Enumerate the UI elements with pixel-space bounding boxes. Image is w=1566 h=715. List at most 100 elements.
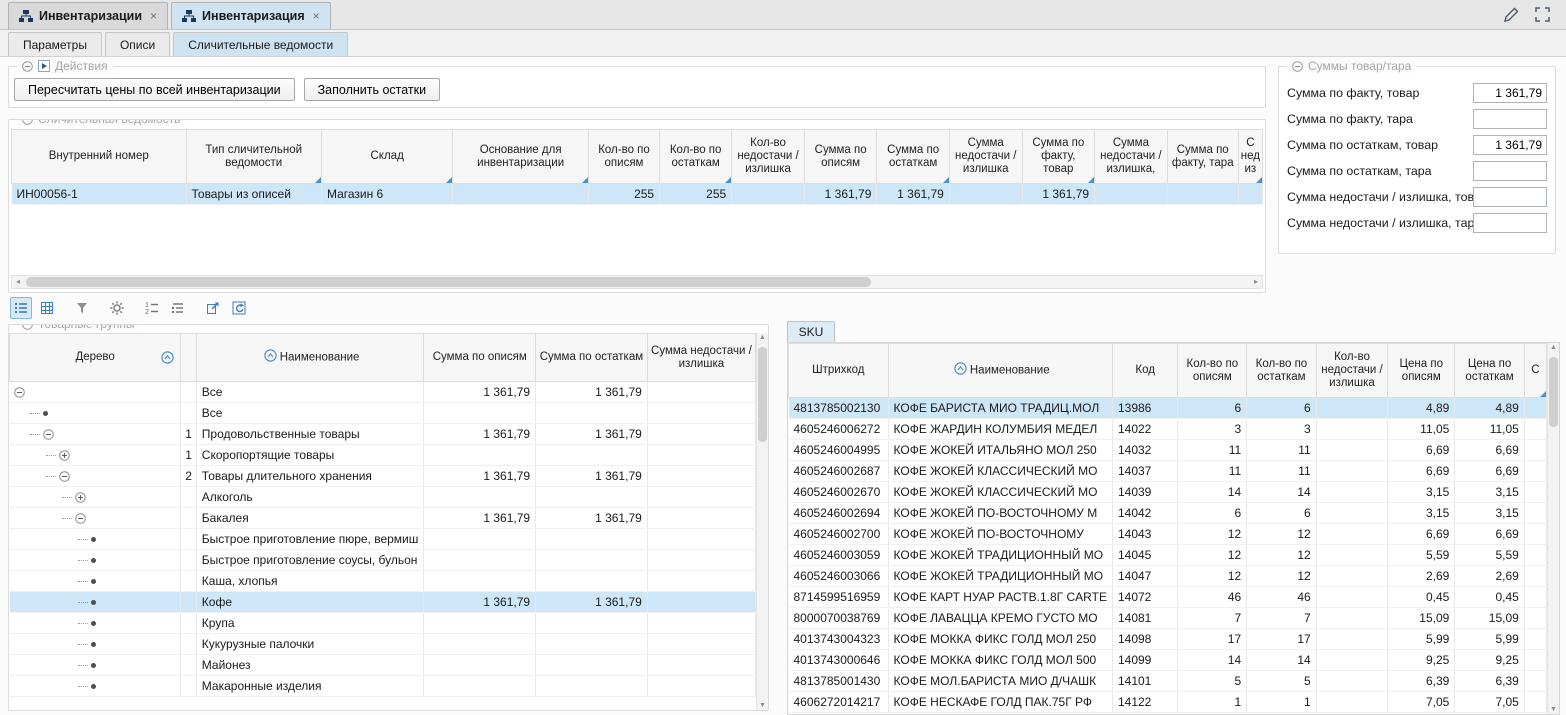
h-scrollbar[interactable]: ◂ ▸ [11, 275, 1263, 289]
sku-row[interactable]: 4013743004323КОФЕ МОККА ФИКС ГОЛД МОЛ 25… [789, 629, 1547, 650]
h-scrollbar-thumb[interactable] [26, 277, 871, 287]
sku-row[interactable]: 4605246003066КОФЕ ЖОКЕЙ ТРАДИЦИОННЫЙ МО1… [789, 566, 1547, 587]
sku-row[interactable]: 4605246002694КОФЕ ЖОКЕЙ ПО-ВОСТОЧНОМУ М1… [789, 503, 1547, 524]
statement-column-header[interactable]: Кол-во по остаткам [660, 130, 732, 184]
statement-column-header[interactable]: С нед из [1238, 130, 1262, 184]
export-icon[interactable] [202, 297, 224, 319]
groups-tree-row[interactable]: Каша, хлопья [10, 571, 756, 592]
totals-field-input[interactable] [1473, 161, 1547, 181]
groups-column-header[interactable]: Дерево [10, 334, 181, 382]
sort-asc-icon[interactable] [954, 362, 967, 379]
scroll-up-arrow[interactable]: ▲ [1548, 344, 1559, 351]
settings-gear-icon[interactable] [106, 297, 128, 319]
sku-column-header[interactable]: Кол-во по описям [1178, 344, 1247, 398]
sku-row[interactable]: 8714599516959КОФЕ КАРТ НУАР РАСТВ.1.8Г C… [789, 587, 1547, 608]
sku-row[interactable]: 4605246002687КОФЕ ЖОКЕЙ КЛАССИЧЕСКИЙ МО1… [789, 461, 1547, 482]
sku-row[interactable]: 4605246002670КОФЕ ЖОКЕЙ КЛАССИЧЕСКИЙ МО1… [789, 482, 1547, 503]
collapse-icon[interactable] [22, 61, 33, 72]
groups-tree-row[interactable]: Все [10, 403, 756, 424]
scroll-down-arrow[interactable]: ▼ [1548, 706, 1559, 713]
tree-expand-icon[interactable] [75, 492, 86, 503]
groups-column-header[interactable]: Сумма по остаткам [536, 334, 648, 382]
filter-icon[interactable] [71, 297, 93, 319]
fullscreen-icon[interactable] [1535, 7, 1550, 22]
totals-field-input[interactable] [1473, 187, 1547, 207]
tree-collapse-icon[interactable] [43, 429, 54, 440]
statement-column-header[interactable]: Сумма по факту, тара [1167, 130, 1238, 184]
sku-column-header[interactable]: С [1524, 344, 1546, 398]
view-list-icon[interactable] [10, 297, 32, 319]
sku-row[interactable]: 4813785001430КОФЕ МОЛ.БАРИСТА МИО Д/ЧАШК… [789, 671, 1547, 692]
collapse-icon[interactable] [22, 324, 33, 330]
sku-column-header[interactable]: Цена по описям [1388, 344, 1455, 398]
sku-column-header[interactable]: Штрихкод [789, 344, 889, 398]
v-scrollbar-thumb[interactable] [1549, 357, 1558, 427]
groups-tree-row[interactable]: Кофе1 361,791 361,79 [10, 592, 756, 613]
statement-column-header[interactable]: Кол-во недостачи / излишка [732, 130, 805, 184]
statement-column-header[interactable]: Сумма по остаткам [877, 130, 949, 184]
sku-column-header[interactable]: Наименование [888, 344, 1112, 398]
groups-tree-row[interactable]: 1Скоропортящие товары [10, 445, 756, 466]
tree-expand-icon[interactable] [59, 450, 70, 461]
groups-column-header[interactable] [181, 334, 197, 382]
sku-row[interactable]: 4813785002130КОФЕ БАРИСТА МИО ТРАДИЦ.МОЛ… [789, 398, 1547, 419]
sku-row[interactable]: 8000070038769КОФЕ ЛАВАЦЦА КРЕМО ГУСТО МО… [789, 608, 1547, 629]
statement-column-header[interactable]: Основание для инвентаризации [453, 130, 589, 184]
groups-tree-row[interactable]: Майонез [10, 655, 756, 676]
scroll-right-arrow[interactable]: ▸ [1250, 276, 1262, 288]
tree-collapse-icon[interactable] [75, 513, 86, 524]
fill-balances-button[interactable]: Заполнить остатки [304, 78, 440, 101]
groups-tree-row[interactable]: 2Товары длительного хранения1 361,791 36… [10, 466, 756, 487]
groups-column-header[interactable]: Сумма недостачи / излишка [647, 334, 755, 382]
tab-slichitelnye-vedomosti[interactable]: Сличительные ведомости [173, 32, 348, 56]
groups-tree-row[interactable]: Быстрое приготовление соусы, бульон [10, 550, 756, 571]
totals-field-input[interactable] [1473, 109, 1547, 129]
statement-column-header[interactable]: Внутренний номер [12, 130, 187, 184]
tab-close-icon[interactable]: × [313, 9, 320, 23]
totals-field-input[interactable] [1473, 213, 1547, 233]
totals-field-input[interactable] [1473, 83, 1547, 103]
sku-row[interactable]: 4605246006272КОФЕ ЖАРДИН КОЛУМБИЯ МЕДЕЛ1… [789, 419, 1547, 440]
scroll-left-arrow[interactable]: ◂ [12, 276, 24, 288]
v-scrollbar-thumb[interactable] [758, 347, 767, 442]
groups-tree-row[interactable]: Все1 361,791 361,79 [10, 382, 756, 403]
tab-opisi[interactable]: Описи [105, 32, 170, 56]
refresh-icon[interactable] [228, 297, 250, 319]
statement-column-header[interactable]: Склад [321, 130, 452, 184]
sku-row[interactable]: 4605246002700КОФЕ ЖОКЕЙ ПО-ВОСТОЧНОМУ140… [789, 524, 1547, 545]
statement-column-header[interactable]: Сумма недостачи / излишка, [1095, 130, 1168, 184]
groups-tree-row[interactable]: Кукурузные палочки [10, 634, 756, 655]
statement-column-header[interactable]: Тип сличительной ведомости [186, 130, 321, 184]
sku-row[interactable]: 4605246003059КОФЕ ЖОКЕЙ ТРАДИЦИОННЫЙ МО1… [789, 545, 1547, 566]
sku-row[interactable]: 4605246004995КОФЕ ЖОКЕЙ ИТАЛЬЯНО МОЛ 250… [789, 440, 1547, 461]
collapse-icon[interactable] [22, 119, 33, 125]
groups-tree-row[interactable]: Крупа [10, 613, 756, 634]
groups-column-header[interactable]: Сумма по описям [424, 334, 536, 382]
recalc-prices-button[interactable]: Пересчитать цены по всей инвентаризации [14, 78, 295, 101]
numbered-list-icon[interactable]: 12 [141, 297, 163, 319]
v-scrollbar[interactable]: ▲ ▼ [756, 333, 768, 710]
sku-column-header[interactable]: Кол-во недостачи / излишка [1316, 344, 1388, 398]
sku-column-header[interactable]: Код [1112, 344, 1177, 398]
groups-tree-row[interactable]: Алкоголь [10, 487, 756, 508]
view-grid-icon[interactable] [36, 297, 58, 319]
window-tab-inventarizacii[interactable]: Инвентаризации × [8, 2, 168, 29]
groups-tree-row[interactable]: Бакалея1 361,791 361,79 [10, 508, 756, 529]
groups-column-header[interactable]: Наименование [196, 334, 424, 382]
totals-field-input[interactable] [1473, 135, 1547, 155]
statement-column-header[interactable]: Кол-во по описям [588, 130, 659, 184]
tree-collapse-icon[interactable] [59, 471, 70, 482]
sort-asc-icon[interactable] [264, 349, 277, 366]
tab-close-icon[interactable]: × [150, 9, 157, 23]
sku-row[interactable]: 4606272014217КОФЕ НЕСКАФЕ ГОЛД ПАК.75Г Р… [789, 692, 1547, 713]
window-tab-inventarizaciya[interactable]: Инвентаризация × [171, 2, 331, 29]
tree-collapse-icon[interactable] [14, 387, 25, 398]
statement-column-header[interactable]: Сумма по описям [804, 130, 876, 184]
groups-tree-row[interactable]: 1Продовольственные товары1 361,791 361,7… [10, 424, 756, 445]
statement-row[interactable]: ИН00056-1Товары из описейМагазин 6255255… [12, 184, 1263, 205]
statement-column-header[interactable]: Сумма по факту, товар [1022, 130, 1094, 184]
edit-icon[interactable] [1504, 7, 1519, 22]
groups-tree-row[interactable]: Быстрое приготовление пюре, вермиш [10, 529, 756, 550]
sort-asc-icon[interactable] [161, 351, 174, 368]
sku-column-header[interactable]: Кол-во по остаткам [1247, 344, 1317, 398]
